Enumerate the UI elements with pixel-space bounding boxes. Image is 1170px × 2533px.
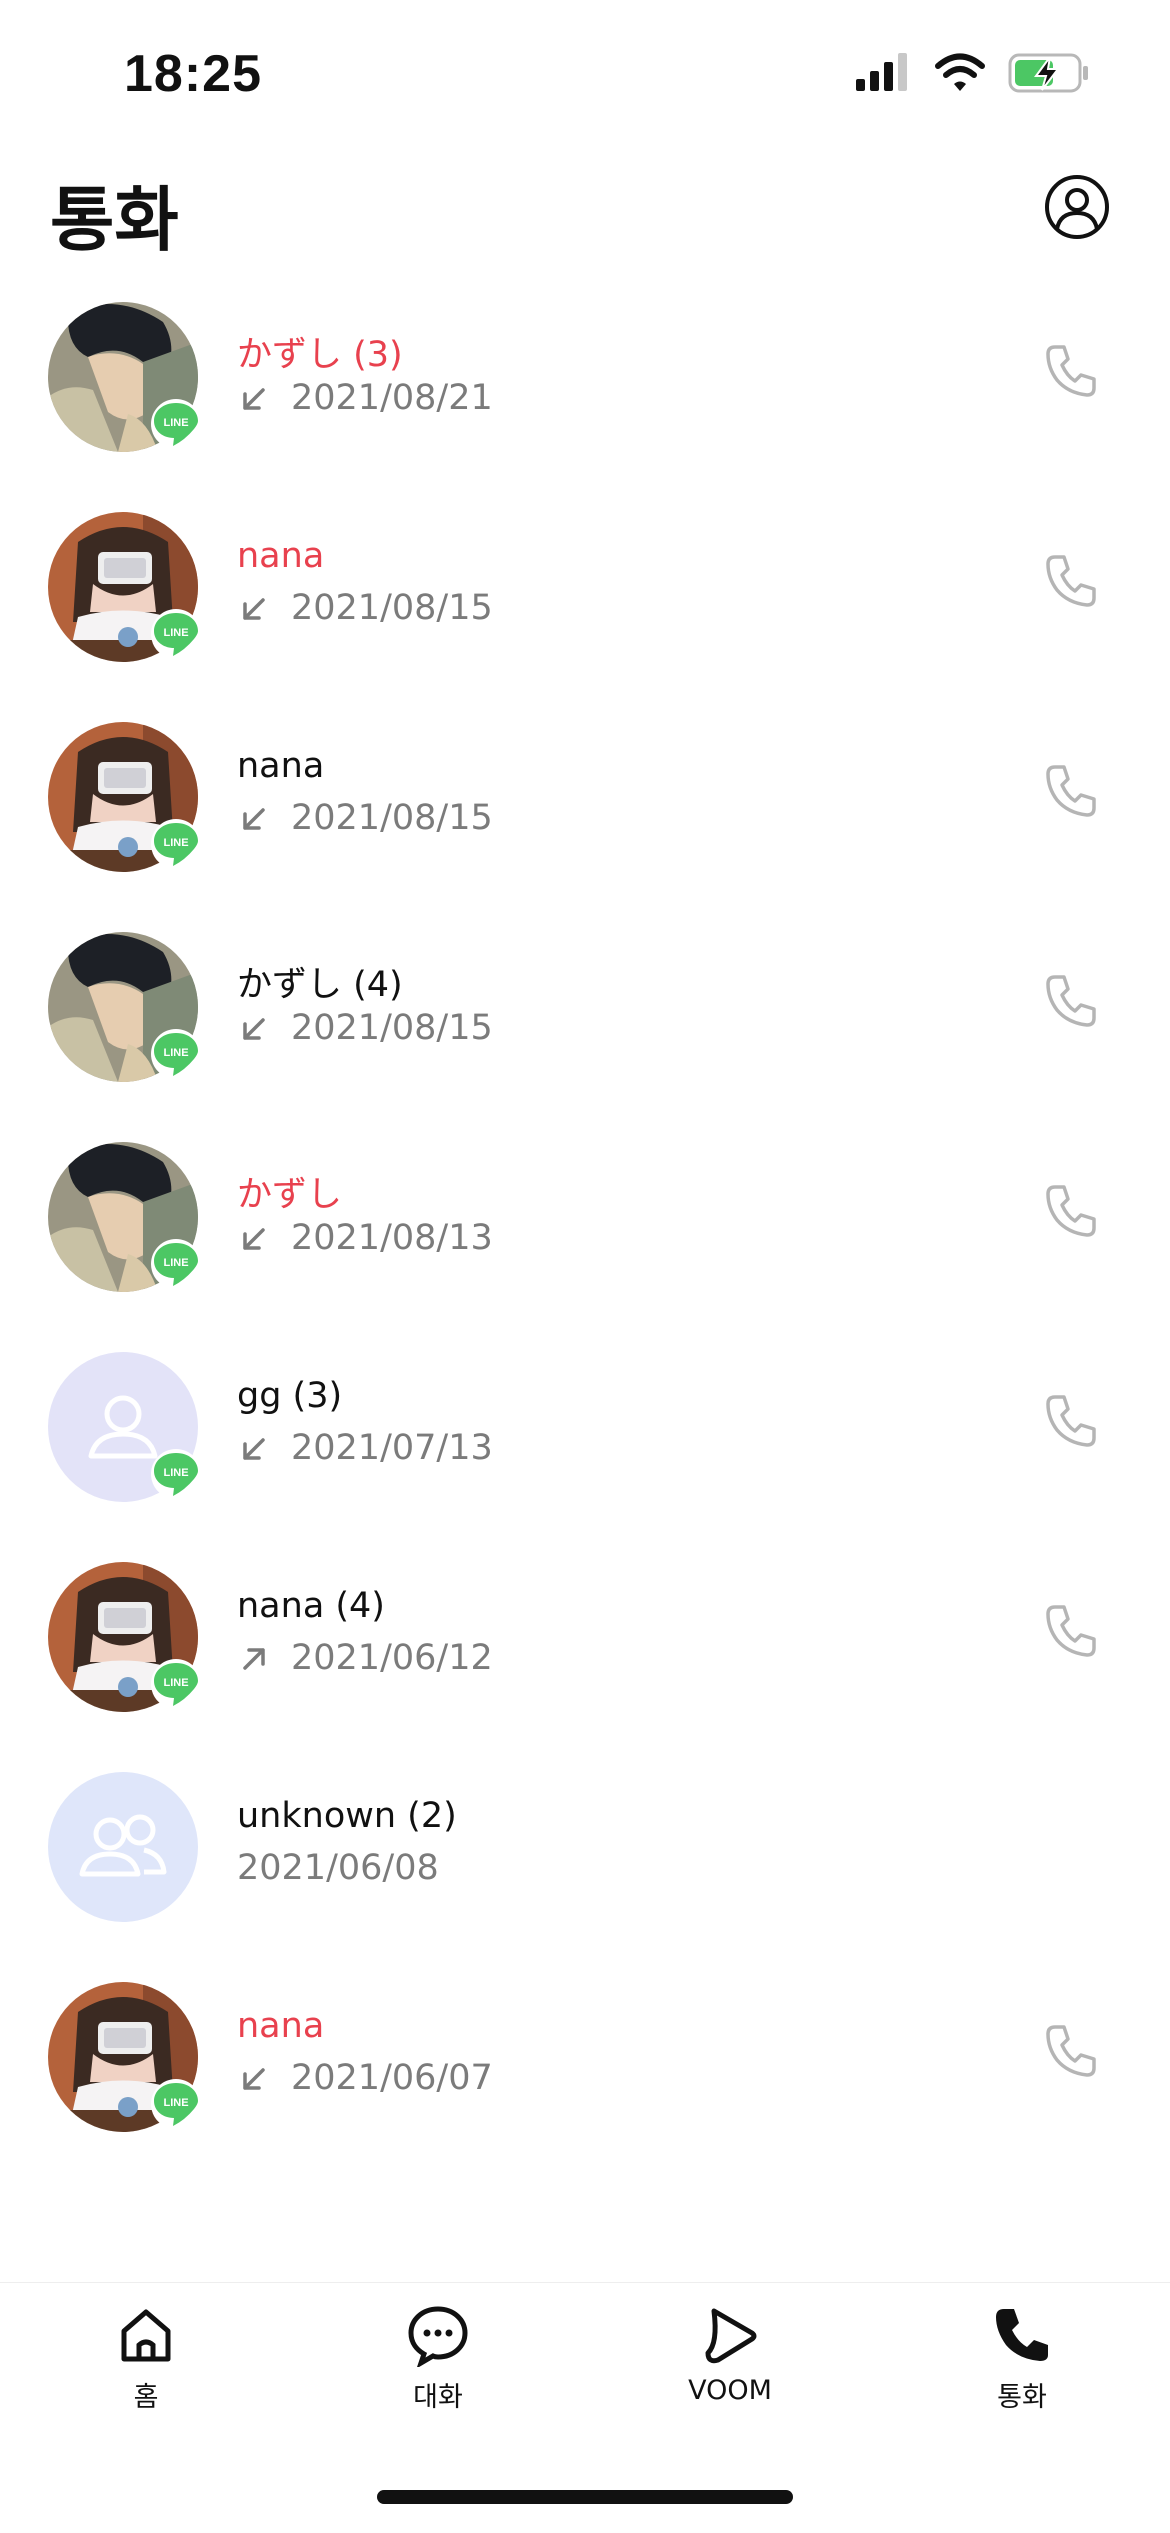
home-indicator (377, 2490, 793, 2504)
header: 통화 (0, 150, 1170, 270)
tab-home[interactable]: 홈 (46, 2303, 246, 2414)
incoming-arrow-icon (243, 598, 265, 620)
call-row[interactable]: LINE nana 2021/08/15 (0, 500, 1170, 710)
call-meta: 2021/06/12 (237, 1638, 493, 1678)
svg-text:LINE: LINE (163, 417, 188, 429)
call-button[interactable] (1042, 1392, 1102, 1452)
call-list: LINE かずし (3) 2021/08/21 LINE nana 2021/0… (0, 290, 1170, 2180)
call-meta: 2021/08/15 (237, 1008, 493, 1048)
line-badge-icon: LINE (150, 2078, 202, 2130)
cellular-signal-icon (856, 53, 907, 91)
phone-filled-icon (996, 2309, 1048, 2361)
call-row[interactable]: LINE かずし 2021/08/13 (0, 1130, 1170, 1340)
svg-text:LINE: LINE (163, 1677, 188, 1689)
call-date: 2021/08/21 (291, 378, 493, 418)
call-meta: 2021/08/15 (237, 588, 493, 628)
line-badge-icon: LINE (150, 1448, 202, 1500)
call-meta: 2021/08/15 (237, 798, 493, 838)
person-circle-icon[interactable] (1044, 174, 1110, 240)
avatar (48, 1772, 198, 1922)
incoming-arrow-icon (243, 1438, 265, 1460)
call-meta: 2021/06/08 (237, 1848, 439, 1888)
call-button[interactable] (1042, 762, 1102, 822)
status-bar: 18:25 (0, 0, 1170, 150)
svg-text:LINE: LINE (163, 1467, 188, 1479)
line-badge-icon: LINE (150, 1658, 202, 1710)
svg-text:LINE: LINE (163, 1257, 188, 1269)
tab-label: VOOM (688, 2375, 772, 2406)
contact-name: nana (237, 746, 325, 786)
call-row[interactable]: LINE かずし (4) 2021/08/15 (0, 920, 1170, 1130)
call-row[interactable]: LINE かずし (3) 2021/08/21 (0, 290, 1170, 500)
call-date: 2021/06/08 (237, 1848, 439, 1888)
call-button[interactable] (1042, 1182, 1102, 1242)
call-date: 2021/06/12 (291, 1638, 493, 1678)
status-time: 18:25 (124, 45, 262, 103)
contact-name: nana (237, 2006, 325, 2046)
call-meta: 2021/08/21 (237, 378, 493, 418)
call-meta: 2021/08/13 (237, 1218, 493, 1258)
page-title: 통화 (50, 179, 179, 261)
call-row[interactable]: LINE nana 2021/06/07 (0, 1970, 1170, 2180)
chat-icon (408, 2306, 468, 2367)
line-badge-icon: LINE (150, 398, 202, 450)
voom-play-icon (705, 2308, 757, 2364)
call-button[interactable] (1042, 552, 1102, 612)
call-meta: 2021/06/07 (237, 2058, 493, 2098)
contact-name: nana (237, 536, 325, 576)
tab-label: 홈 (133, 2382, 159, 2413)
call-date: 2021/06/07 (291, 2058, 493, 2098)
call-date: 2021/08/15 (291, 588, 493, 628)
incoming-arrow-icon (243, 1228, 265, 1250)
tab-calls[interactable]: 통화 (922, 2303, 1122, 2414)
status-icons (854, 52, 1090, 94)
contact-name: かずし (237, 1175, 343, 1215)
svg-text:LINE: LINE (163, 627, 188, 639)
tab-voom[interactable]: VOOM (630, 2303, 830, 2406)
line-badge-icon: LINE (150, 818, 202, 870)
line-badge-icon: LINE (150, 1238, 202, 1290)
tab-chats[interactable]: 대화 (338, 2303, 538, 2414)
contact-name: かずし (3) (237, 335, 403, 375)
incoming-arrow-icon (243, 1018, 265, 1040)
outgoing-arrow-icon (243, 1648, 265, 1670)
incoming-arrow-icon (243, 2068, 265, 2090)
call-meta: 2021/07/13 (237, 1428, 493, 1468)
call-row[interactable]: LINE nana (4) 2021/06/12 (0, 1550, 1170, 1760)
call-date: 2021/08/15 (291, 1008, 493, 1048)
call-date: 2021/08/15 (291, 798, 493, 838)
incoming-arrow-icon (243, 808, 265, 830)
call-button[interactable] (1042, 342, 1102, 402)
call-button[interactable] (1042, 972, 1102, 1032)
call-row[interactable]: LINE nana 2021/08/15 (0, 710, 1170, 920)
home-icon (121, 2309, 171, 2362)
call-date: 2021/08/13 (291, 1218, 493, 1258)
line-badge-icon: LINE (150, 608, 202, 660)
contact-name: gg (3) (237, 1376, 343, 1416)
contact-name: unknown (2) (237, 1796, 457, 1836)
call-row[interactable]: unknown (2) 2021/06/08 (0, 1760, 1170, 1970)
tab-label: 통화 (997, 2382, 1047, 2413)
tab-label: 대화 (413, 2382, 463, 2413)
svg-text:LINE: LINE (163, 2097, 188, 2109)
incoming-arrow-icon (243, 388, 265, 410)
contact-name: nana (4) (237, 1586, 385, 1626)
call-button[interactable] (1042, 1602, 1102, 1662)
line-badge-icon: LINE (150, 1028, 202, 1080)
call-button[interactable] (1042, 2022, 1102, 2082)
svg-text:LINE: LINE (163, 837, 188, 849)
wifi-icon (935, 53, 985, 91)
battery-charging-icon (1008, 53, 1088, 93)
svg-text:LINE: LINE (163, 1047, 188, 1059)
call-row[interactable]: LINE gg (3) 2021/07/13 (0, 1340, 1170, 1550)
call-date: 2021/07/13 (291, 1428, 493, 1468)
contact-name: かずし (4) (237, 965, 403, 1005)
